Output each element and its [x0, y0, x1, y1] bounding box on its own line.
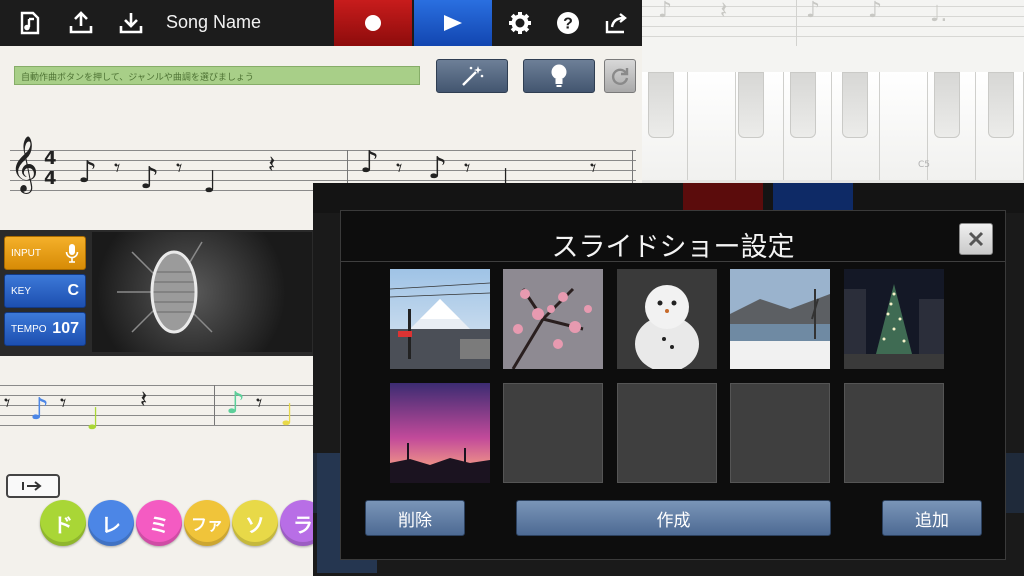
gear-icon[interactable]: [502, 0, 538, 46]
close-button[interactable]: [959, 223, 993, 255]
play-button[interactable]: [414, 0, 492, 46]
note-icon[interactable]: ♪: [428, 154, 447, 184]
slideshow-settings-dialog: スライドショー設定 削除 作成 追加: [340, 210, 1006, 560]
dialog-title: スライドショー設定: [551, 232, 795, 263]
key-value: C: [67, 282, 79, 299]
tempo-value: 107: [52, 320, 79, 337]
input-button[interactable]: INPUT: [4, 236, 86, 270]
treble-clef-icon: 𝄞: [10, 136, 39, 192]
upload-icon[interactable]: [58, 0, 104, 46]
key-label: KEY: [11, 285, 32, 297]
note-icon[interactable]: ♪: [140, 164, 159, 194]
solfege-key-mi[interactable]: ミ: [136, 500, 182, 546]
close-icon: [968, 231, 984, 247]
rest-icon: 𝄾: [590, 154, 597, 182]
magic-wand-icon[interactable]: [436, 59, 508, 93]
solfege-label: ソ: [245, 512, 265, 537]
help-icon[interactable]: ?: [550, 0, 586, 46]
record-button[interactable]: [334, 0, 412, 46]
background-staff: ♪ 𝄽 ♪ ♪ ♩.: [640, 0, 1024, 72]
input-label: INPUT: [11, 247, 41, 259]
download-icon[interactable]: [108, 0, 154, 46]
rest-icon: 𝄾: [176, 154, 183, 182]
rest-icon: 𝄾: [464, 154, 471, 182]
note-icon[interactable]: ♩: [203, 168, 217, 198]
piano-keyboard[interactable]: [640, 72, 1024, 185]
empty-photo-slot[interactable]: [844, 383, 944, 483]
photo-thumbnail[interactable]: [503, 269, 603, 369]
solfege-label: ファ: [190, 515, 223, 534]
top-toolbar: Song Name ?: [0, 0, 642, 46]
song-name[interactable]: Song Name: [166, 12, 261, 33]
empty-photo-slot[interactable]: [730, 383, 830, 483]
rest-icon: 𝄽: [268, 150, 276, 178]
rest-icon: 𝄽: [140, 385, 148, 413]
key-button[interactable]: KEY C: [4, 274, 86, 308]
time-signature-icon: 44: [44, 148, 57, 189]
solfege-label: ラ: [293, 512, 313, 537]
score-staff-lower[interactable]: 𝄾 ♪ 𝄾 ♩ 𝄽 ♪ 𝄾 ♩: [0, 385, 320, 435]
note-icon[interactable]: ♪: [226, 389, 245, 419]
note-icon[interactable]: ♩: [86, 405, 100, 435]
empty-photo-slot[interactable]: [503, 383, 603, 483]
rest-icon: 𝄾: [60, 389, 67, 417]
rest-icon: 𝄾: [4, 389, 11, 417]
note-icon[interactable]: ♩: [280, 401, 294, 431]
refresh-icon[interactable]: [604, 59, 636, 93]
tempo-label: TEMPO: [11, 323, 47, 335]
octave-label: C5: [918, 160, 931, 170]
background-piano-panel: ♪ 𝄽 ♪ ♪ ♩. C5: [640, 0, 1024, 185]
note-icon[interactable]: ♪: [360, 148, 379, 178]
photo-thumbnail[interactable]: [617, 269, 717, 369]
microphone-icon: [65, 244, 79, 263]
photo-thumbnail[interactable]: [844, 269, 944, 369]
add-button[interactable]: 追加: [882, 500, 982, 536]
scroll-to-end-button[interactable]: [6, 474, 60, 498]
rest-icon: 𝄾: [396, 154, 403, 182]
tempo-button[interactable]: TEMPO 107: [4, 312, 86, 346]
rest-icon: 𝄾: [114, 154, 121, 182]
photo-thumbnail[interactable]: [390, 383, 490, 483]
solfege-label: レ: [101, 512, 121, 537]
photo-thumbnail[interactable]: [730, 269, 830, 369]
solfege-key-do[interactable]: ド: [40, 500, 86, 546]
title-divider: [341, 261, 1005, 262]
solfege-label: ミ: [149, 512, 169, 537]
solfege-key-re[interactable]: レ: [88, 500, 134, 546]
svg-text:?: ?: [563, 16, 573, 33]
solfege-label: ド: [53, 512, 73, 537]
empty-photo-slot[interactable]: [617, 383, 717, 483]
microphone-image: [92, 232, 312, 352]
solfege-key-fa[interactable]: ファ: [184, 500, 230, 546]
note-icon[interactable]: ♪: [78, 158, 97, 188]
record-icon: [365, 15, 381, 31]
note-icon[interactable]: ♪: [30, 395, 49, 425]
lightbulb-icon[interactable]: [523, 59, 595, 93]
composer-hint-bar: 自動作曲ボタンを押して、ジャンルや曲調を選びましょう: [14, 66, 420, 85]
solfege-key-so[interactable]: ソ: [232, 500, 278, 546]
delete-button[interactable]: 削除: [365, 500, 465, 536]
arrow-to-bar-icon: [22, 481, 42, 491]
create-button[interactable]: 作成: [516, 500, 831, 536]
photo-thumbnail[interactable]: [390, 269, 490, 369]
document-music-icon[interactable]: [10, 0, 50, 46]
rest-icon: 𝄾: [256, 389, 263, 417]
share-icon[interactable]: [598, 0, 634, 46]
play-icon: [444, 15, 462, 31]
